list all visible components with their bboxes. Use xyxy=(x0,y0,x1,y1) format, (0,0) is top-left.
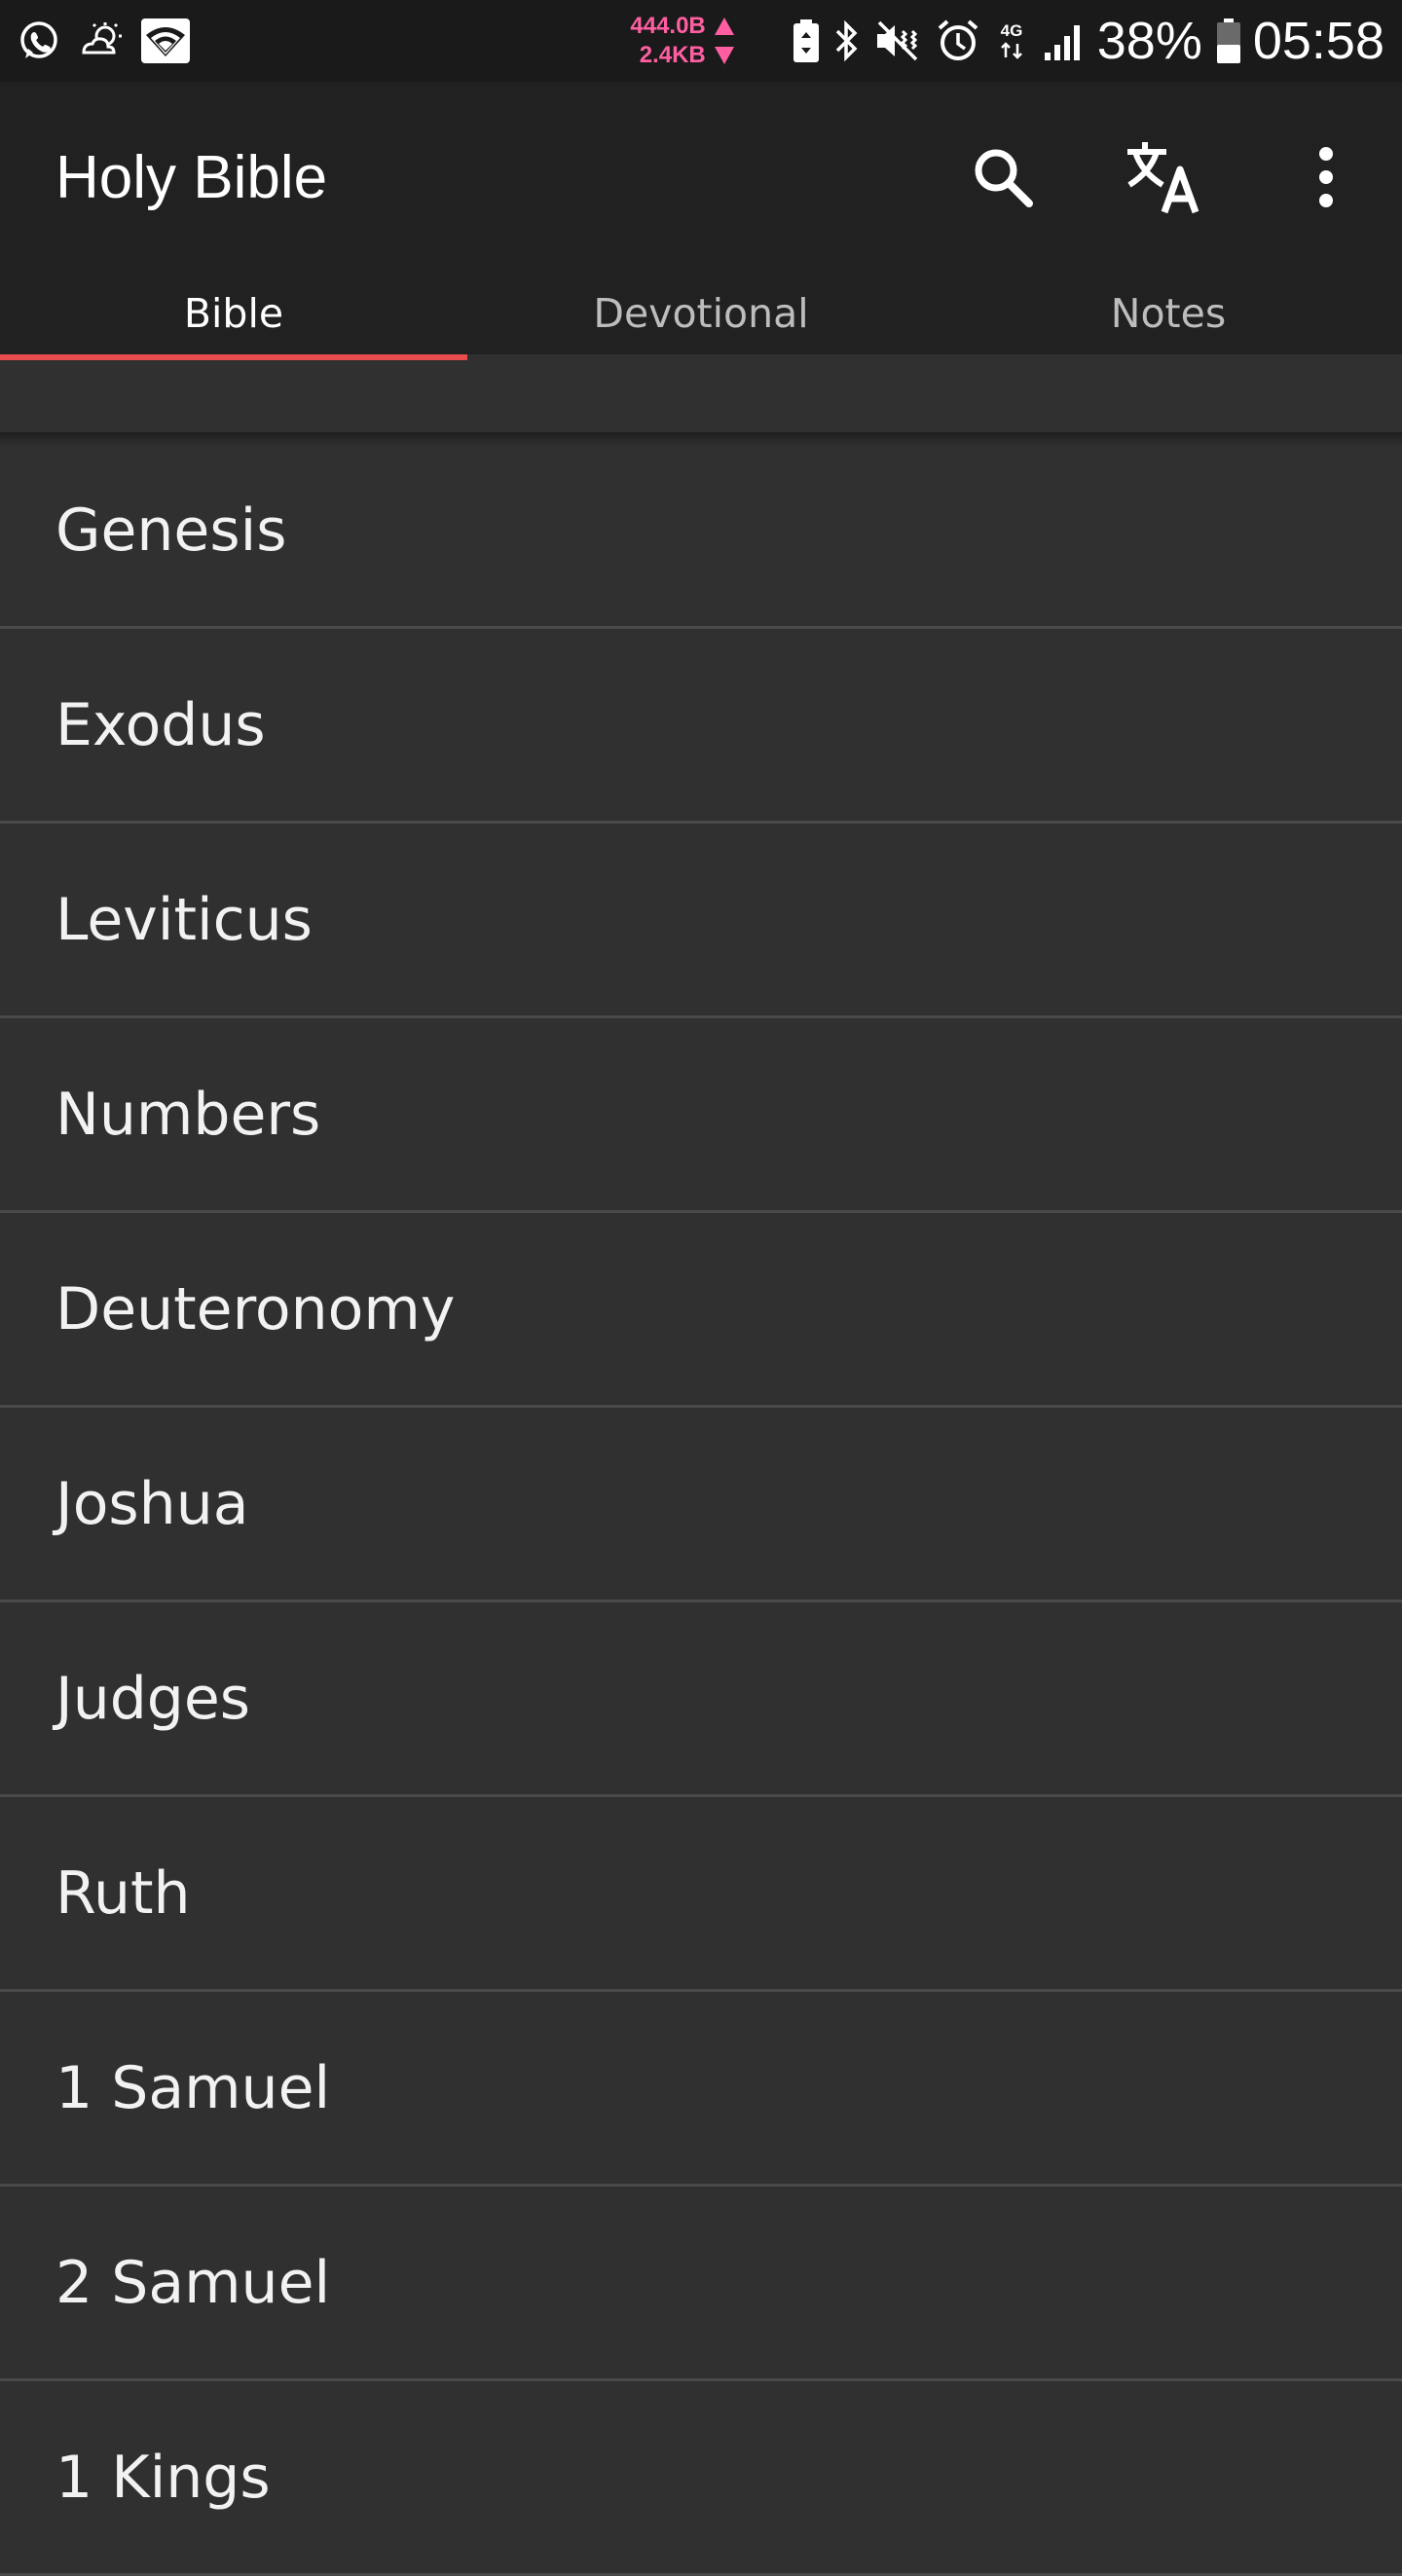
book-name: Exodus xyxy=(55,690,266,759)
tab-notes[interactable]: Notes xyxy=(935,273,1402,354)
book-name: Genesis xyxy=(55,496,287,565)
battery-saver-icon xyxy=(792,18,821,63)
battery-percent: 38% xyxy=(1096,12,1202,70)
status-right: 444.0B 2.4KB 4G 38% 05:58 xyxy=(630,0,1384,82)
tab-bar: Bible Devotional Notes xyxy=(0,273,1402,360)
status-bar: 444.0B 2.4KB 4G 38% 05:58 xyxy=(0,0,1402,82)
weather-icon xyxy=(76,19,125,62)
download-speed: 2.4KB xyxy=(639,42,706,68)
tab-devotional[interactable]: Devotional xyxy=(467,273,935,354)
tab-bible[interactable]: Bible xyxy=(0,273,467,360)
tab-label: Devotional xyxy=(593,290,809,337)
book-name: Joshua xyxy=(55,1469,249,1538)
book-name: 2 Samuel xyxy=(55,2248,331,2317)
svg-text:4G: 4G xyxy=(1000,21,1022,40)
list-item[interactable]: Exodus xyxy=(0,629,1402,824)
clock: 05:58 xyxy=(1252,12,1384,70)
book-name: Deuteronomy xyxy=(55,1274,456,1343)
list-item[interactable]: Leviticus xyxy=(0,824,1402,1018)
book-name: Numbers xyxy=(55,1080,321,1149)
list-item[interactable]: Ruth xyxy=(0,1797,1402,1992)
search-button[interactable] xyxy=(944,119,1061,236)
network-type-icon: 4G xyxy=(994,18,1029,63)
bluetooth-icon xyxy=(834,18,860,63)
list-item[interactable]: Joshua xyxy=(0,1408,1402,1602)
list-item[interactable]: Genesis xyxy=(0,434,1402,629)
book-name: 1 Kings xyxy=(55,2443,271,2512)
tab-label: Notes xyxy=(1110,290,1227,337)
signal-icon xyxy=(1043,19,1086,62)
translate-button[interactable] xyxy=(1106,119,1223,236)
list-item[interactable]: Deuteronomy xyxy=(0,1213,1402,1408)
upload-speed: 444.0B xyxy=(630,13,706,39)
book-name: Ruth xyxy=(55,1858,191,1928)
list-item[interactable]: 1 Samuel xyxy=(0,1992,1402,2187)
book-name: Judges xyxy=(55,1664,251,1733)
more-options-button[interactable] xyxy=(1268,119,1384,236)
wifi-icon xyxy=(140,18,191,64)
whatsapp-icon xyxy=(18,19,60,62)
book-list: Genesis Exodus Leviticus Numbers Deutero… xyxy=(0,432,1402,2576)
vibrate-mute-icon xyxy=(873,18,922,63)
upload-arrow-icon xyxy=(714,18,734,35)
more-vert-icon xyxy=(1319,147,1333,207)
battery-icon xyxy=(1216,18,1241,64)
status-left xyxy=(18,0,206,82)
translate-icon xyxy=(1127,142,1199,214)
search-icon xyxy=(975,149,1033,207)
book-name: 1 Samuel xyxy=(55,2053,331,2122)
alarm-icon xyxy=(936,18,980,63)
list-item[interactable]: Judges xyxy=(0,1602,1402,1797)
list-item[interactable]: 2 Samuel xyxy=(0,2187,1402,2381)
list-item[interactable]: Numbers xyxy=(0,1018,1402,1213)
toolbar: Holy Bible xyxy=(0,82,1402,273)
app-bar: Holy Bible Bible Devotional Notes xyxy=(0,82,1402,360)
tab-label: Bible xyxy=(183,290,284,337)
list-item[interactable]: 1 Kings xyxy=(0,2381,1402,2576)
app-title: Holy Bible xyxy=(55,143,328,211)
book-name: Leviticus xyxy=(55,885,313,954)
active-tab-indicator xyxy=(0,354,467,360)
download-arrow-icon xyxy=(714,47,734,64)
network-speed: 444.0B 2.4KB xyxy=(630,12,734,70)
